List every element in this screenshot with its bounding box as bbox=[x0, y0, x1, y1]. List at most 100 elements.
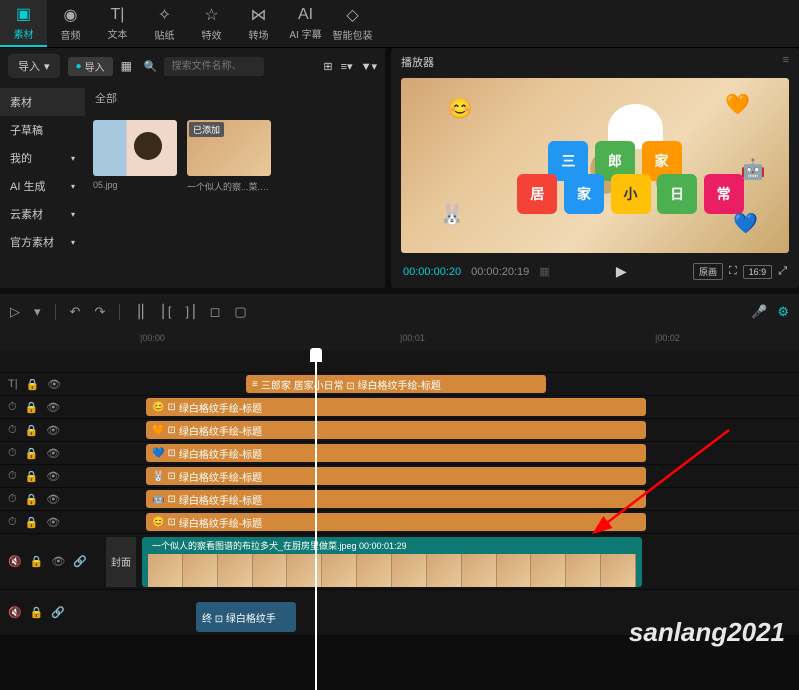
lock-icon[interactable]: 🔒 bbox=[30, 606, 44, 619]
chevron-down-icon[interactable]: ▾ bbox=[34, 304, 41, 320]
sticker-clip[interactable]: 🧡⊡绿白格纹手绘-标题 bbox=[146, 421, 646, 439]
sticker-clip[interactable]: 😊⊡绿白格纹手绘-标题 bbox=[146, 398, 646, 416]
title-badge: 家 bbox=[564, 174, 604, 214]
delete-tool[interactable]: ▢ bbox=[234, 304, 246, 320]
player-panel: 播放器 ≡ 三 郎 家 居 家 小 日 常 😊 🧡 🐰 🤖 💙 00:0 bbox=[391, 48, 799, 288]
lock-icon[interactable]: 🔒 bbox=[26, 378, 40, 391]
tool-transition[interactable]: ⋈转场 bbox=[235, 0, 282, 47]
sidebar: 素材 子草稿 我的▾ AI 生成▾ 云素材▾ 官方素材▾ bbox=[0, 84, 85, 288]
sidebar-item-draft[interactable]: 子草稿 bbox=[0, 116, 85, 144]
lock-icon[interactable]: 🔒 bbox=[25, 470, 39, 483]
search-input[interactable] bbox=[164, 57, 264, 76]
lock-icon[interactable]: 🔒 bbox=[25, 493, 39, 506]
ratio-original[interactable]: 原画 bbox=[693, 263, 723, 280]
crop-tool[interactable]: ◻ bbox=[210, 304, 221, 320]
fullscreen-icon[interactable]: ⤢ bbox=[778, 265, 787, 278]
lock-icon[interactable]: 🔒 bbox=[25, 401, 39, 414]
eye-icon[interactable]: 👁 bbox=[47, 378, 61, 391]
effects-icon: ☆ bbox=[204, 5, 218, 25]
mic-icon[interactable]: 🎤 bbox=[751, 304, 767, 320]
track-row: T| 🔒 👁 ≡三郎家 居家小日常 ⊡ 绿白格纹手绘-标题 bbox=[0, 373, 799, 396]
time-current: 00:00:00:20 bbox=[403, 266, 461, 278]
view-mode-icon[interactable]: ▦ bbox=[539, 265, 549, 278]
clock-icon: ⏱ bbox=[8, 493, 17, 506]
category-all: 全部 bbox=[85, 84, 385, 112]
media-item[interactable]: 05.jpg bbox=[93, 120, 177, 190]
media-item[interactable]: 已添加 一个似人的察...菜.jpeg bbox=[187, 120, 271, 193]
tool-audio[interactable]: ◉音频 bbox=[47, 0, 94, 47]
tool-smart-package[interactable]: ◇智能包装 bbox=[329, 0, 376, 47]
grid-view-icon[interactable]: ▦ bbox=[121, 59, 132, 73]
tool-sticker[interactable]: ✧贴纸 bbox=[141, 0, 188, 47]
sidebar-item-cloud[interactable]: 云素材▾ bbox=[0, 200, 85, 228]
sort-icon[interactable]: ⊞ bbox=[323, 60, 332, 73]
track-row: ⏱🔒👁 🧡⊡绿白格纹手绘-标题 bbox=[0, 419, 799, 442]
text-track-icon: T| bbox=[8, 378, 18, 390]
split-tool[interactable]: ⎥⎢ bbox=[134, 304, 147, 320]
eye-icon[interactable]: 👁 bbox=[51, 555, 65, 568]
title-badge: 居 bbox=[517, 174, 557, 214]
player-menu-icon[interactable]: ≡ bbox=[783, 54, 789, 70]
emoji-icon: 🤖 bbox=[741, 157, 766, 182]
eye-icon[interactable]: 👁 bbox=[46, 447, 60, 460]
sidebar-item-media[interactable]: 素材 bbox=[0, 88, 85, 116]
lock-icon[interactable]: 🔒 bbox=[25, 447, 39, 460]
sidebar-item-official[interactable]: 官方素材▾ bbox=[0, 228, 85, 256]
timeline-ruler[interactable]: |00:00 |00:01 |00:02 bbox=[0, 330, 799, 350]
sticker-clip[interactable]: 🤖⊡绿白格纹手绘-标题 bbox=[146, 490, 646, 508]
timeline-tracks: T| 🔒 👁 ≡三郎家 居家小日常 ⊡ 绿白格纹手绘-标题 ⏱ 🔒 👁 😊⊡绿白格纹手绘… bbox=[0, 350, 799, 636]
tool-effects[interactable]: ☆特效 bbox=[188, 0, 235, 47]
link-icon[interactable]: 🔗 bbox=[51, 606, 65, 619]
text-icon: T| bbox=[111, 6, 125, 24]
crop-icon[interactable]: ⛶ bbox=[729, 265, 737, 278]
eye-icon[interactable]: 👁 bbox=[46, 493, 60, 506]
eye-icon[interactable]: 👁 bbox=[46, 401, 60, 414]
package-icon: ◇ bbox=[346, 5, 358, 25]
lock-icon[interactable]: 🔒 bbox=[25, 424, 39, 437]
lock-icon[interactable]: 🔒 bbox=[25, 516, 39, 529]
ratio-169[interactable]: 16:9 bbox=[743, 265, 773, 279]
track-row: ⏱🔒👁 😊⊡绿白格纹手绘-标题 bbox=[0, 396, 799, 419]
sticker-clip[interactable]: 💙⊡绿白格纹手绘-标题 bbox=[146, 444, 646, 462]
eye-icon[interactable]: 👁 bbox=[46, 470, 60, 483]
lock-icon[interactable]: 🔒 bbox=[30, 555, 44, 568]
tool-ai-subtitle[interactable]: AIAI 字幕 bbox=[282, 0, 329, 47]
player-title: 播放器 bbox=[401, 54, 434, 70]
sticker-clip[interactable]: 🐰⊡绿白格纹手绘-标题 bbox=[146, 467, 646, 485]
pointer-tool[interactable]: ▷ bbox=[10, 304, 20, 320]
import-button[interactable]: ●导入 bbox=[68, 57, 113, 76]
tool-text[interactable]: T|文本 bbox=[94, 0, 141, 47]
mute-icon[interactable]: 🔇 bbox=[8, 555, 22, 568]
list-icon[interactable]: ≡▾ bbox=[341, 60, 353, 73]
eye-icon[interactable]: 👁 bbox=[46, 424, 60, 437]
play-button[interactable]: ▶ bbox=[616, 263, 627, 280]
eye-icon[interactable]: 👁 bbox=[46, 516, 60, 529]
settings-icon[interactable]: ⚙ bbox=[777, 304, 789, 320]
ai-icon: AI bbox=[298, 6, 313, 24]
sidebar-item-ai[interactable]: AI 生成▾ bbox=[0, 172, 85, 200]
split-left-tool[interactable]: ⎢[ bbox=[161, 304, 171, 320]
tool-media[interactable]: ▣素材 bbox=[0, 0, 47, 47]
undo-button[interactable]: ↶ bbox=[70, 304, 81, 320]
redo-button[interactable]: ↷ bbox=[94, 304, 105, 320]
split-right-tool[interactable]: ]⎥ bbox=[185, 304, 195, 320]
playhead[interactable] bbox=[315, 350, 317, 690]
title-badge: 常 bbox=[704, 174, 744, 214]
media-panel: 导入▾ ●导入 ▦ 🔍 ⊞ ≡▾ ▼▾ 素材 子草稿 我的▾ AI 生成▾ 云素… bbox=[0, 48, 385, 288]
player-viewport[interactable]: 三 郎 家 居 家 小 日 常 😊 🧡 🐰 🤖 💙 bbox=[401, 78, 789, 253]
emoji-icon: 🐰 bbox=[440, 202, 465, 227]
track-row: ⏱🔒👁 💙⊡绿白格纹手绘-标题 bbox=[0, 442, 799, 465]
mute-icon[interactable]: 🔇 bbox=[8, 606, 22, 619]
emoji-icon: 💙 bbox=[733, 211, 758, 236]
cover-button[interactable]: 封面 bbox=[106, 537, 136, 587]
sticker-clip[interactable]: 😊⊡绿白格纹手绘-标题 bbox=[146, 513, 646, 531]
watermark: sanlang2021 bbox=[629, 617, 785, 648]
video-clip[interactable]: 一个似人的察看图谱的布拉多犬_在厨房里做菜.jpeg 00:00:01:29 bbox=[142, 537, 642, 587]
import-dropdown[interactable]: 导入▾ bbox=[8, 54, 60, 78]
link-icon[interactable]: 🔗 bbox=[73, 555, 87, 568]
audio-clip[interactable]: 终 ⊡ 绿白格纹手 bbox=[196, 602, 296, 632]
filter-icon[interactable]: ▼▾ bbox=[361, 60, 377, 73]
sticker-icon: ✧ bbox=[158, 5, 171, 25]
sidebar-item-mine[interactable]: 我的▾ bbox=[0, 144, 85, 172]
title-clip[interactable]: ≡三郎家 居家小日常 ⊡ 绿白格纹手绘-标题 bbox=[246, 375, 546, 393]
